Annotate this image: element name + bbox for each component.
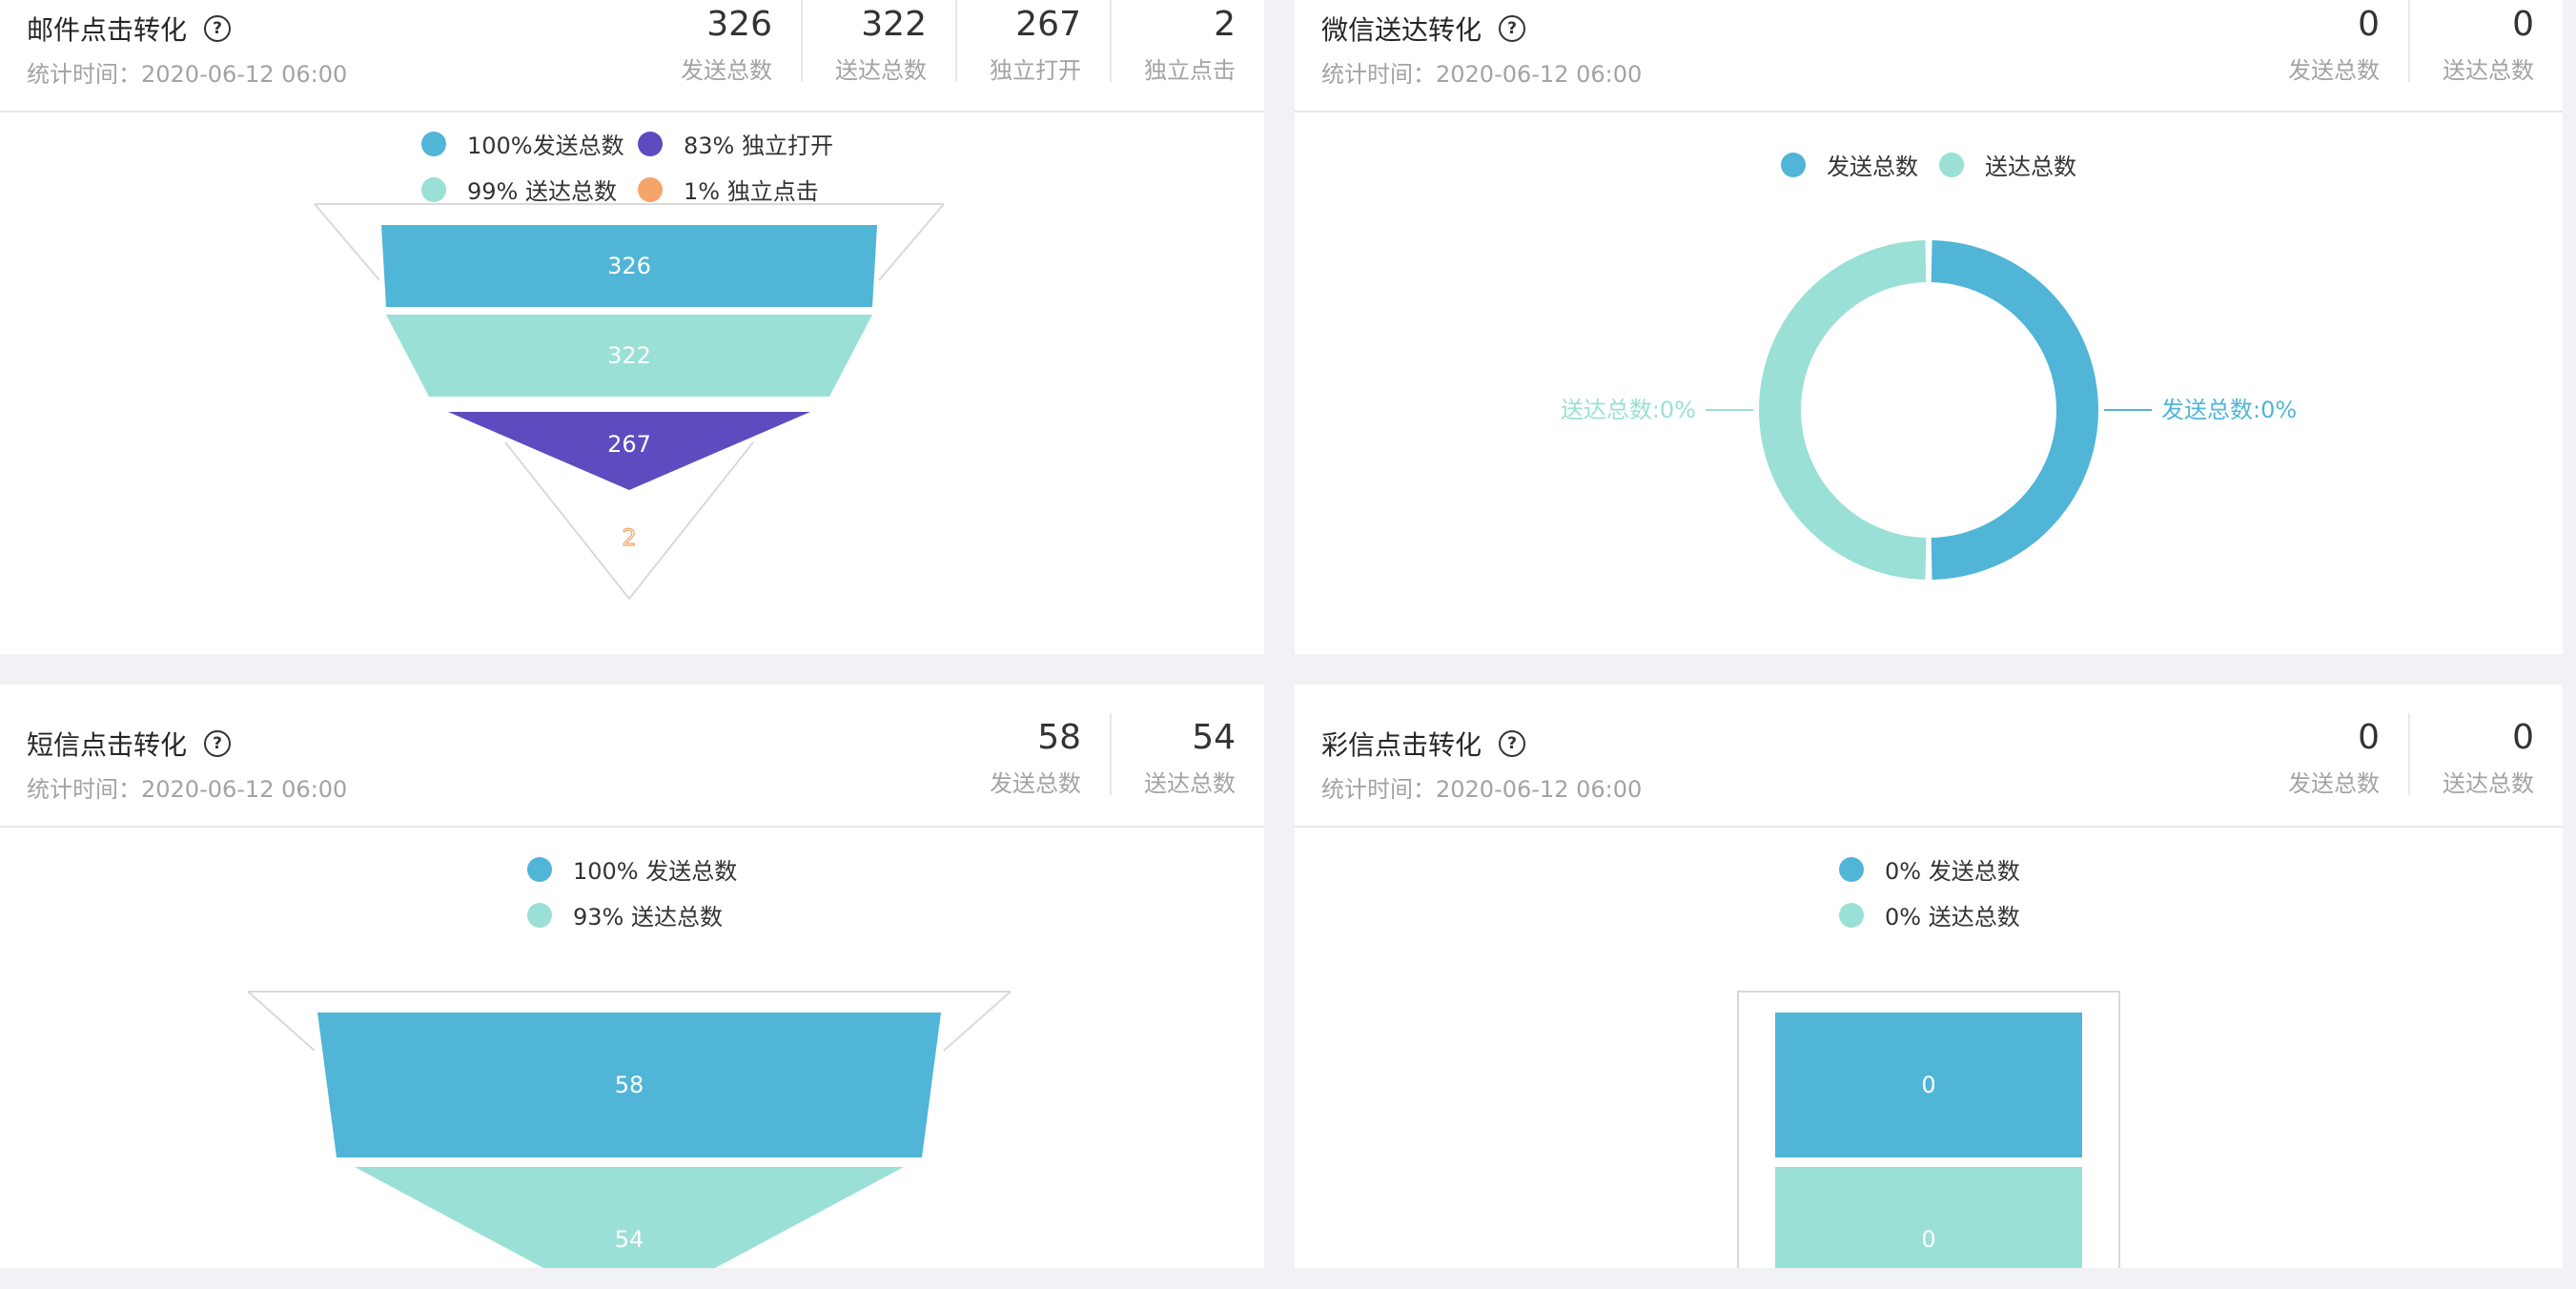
mms-conversion-card: 彩信点击转化 ? 统计时间：2020-06-12 06:00 0 发送总数 0 … [1295,685,2563,1268]
funnel-value-label: 58 [615,1072,644,1098]
funnel-value-label: 267 [607,431,651,458]
email-conversion-card: 邮件点击转化 ? 统计时间：2020-06-12 06:00 326 发送总数 … [0,0,1264,654]
donut-label-delivered: 送达总数:0% [1561,397,1696,423]
funnel-value-label: 2 [622,524,636,551]
funnel-outline-right [943,991,1012,1052]
donut-slice-delivered [1758,240,1927,580]
funnel-value-label: 326 [607,253,651,279]
funnel-value-label: 0 [1921,1072,1935,1098]
wechat-donut-chart: 发送总数:0% 送达总数:0% [1561,240,2297,580]
funnel-outline-left [314,203,380,281]
funnel-value-label: 322 [607,342,651,369]
sms-conversion-card: 短信点击转化 ? 统计时间：2020-06-12 06:00 58 发送总数 5… [0,685,1264,1268]
donut-slice-sent [1931,240,2099,580]
sms-funnel-chart: 58 54 [247,991,1012,1268]
wechat-conversion-card: 微信送达转化 ? 统计时间：2020-06-12 06:00 0 发送总数 0 … [1295,0,2563,654]
funnel-band-delivered [355,1167,904,1268]
email-funnel-chart: 326 322 267 2 [314,203,945,601]
funnel-outline-left [247,991,316,1052]
donut-label-sent: 发送总数:0% [2161,397,2297,423]
funnel-value-label: 54 [615,1226,644,1253]
funnel-value-label: 0 [1921,1226,1935,1253]
funnel-outline-right [878,203,945,281]
funnel-band-delivered [1775,1167,2082,1268]
mms-funnel-chart: 00 [1737,991,2120,1268]
